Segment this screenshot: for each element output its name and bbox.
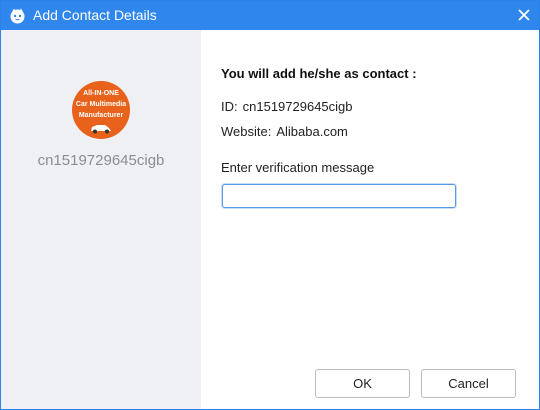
- avatar-text-line: Manufacturer: [78, 112, 124, 119]
- close-icon: [518, 9, 530, 21]
- app-logo-icon: [9, 7, 26, 24]
- website-row: Website: Alibaba.com: [221, 124, 348, 140]
- contact-details-panel: You will add he/she as contact : ID: cn15…: [201, 30, 539, 409]
- avatar-text-line: All-IN-ONE: [83, 90, 119, 97]
- id-label: ID:: [221, 99, 238, 114]
- close-button[interactable]: [509, 1, 539, 30]
- contact-summary-panel: All-IN-ONE Car Multimedia Manufacturer c…: [1, 30, 201, 409]
- id-row: ID: cn1519729645cigb: [221, 99, 353, 115]
- website-value: Alibaba.com: [276, 124, 348, 139]
- ok-button[interactable]: OK: [315, 369, 410, 398]
- website-label: Website:: [221, 124, 272, 139]
- verification-message-input[interactable]: [222, 184, 456, 208]
- window-title: Add Contact Details: [33, 7, 157, 23]
- add-contact-dialog: Add Contact Details All-IN-ONE Car Multi…: [0, 0, 540, 410]
- id-value: cn1519729645cigb: [242, 99, 353, 114]
- verification-label: Enter verification message: [221, 160, 375, 175]
- car-icon: [91, 125, 111, 134]
- avatar-text-line: Car Multimedia: [75, 101, 127, 108]
- cancel-button[interactable]: Cancel: [421, 369, 516, 398]
- avatar: All-IN-ONE Car Multimedia Manufacturer: [72, 81, 130, 139]
- title-bar[interactable]: Add Contact Details: [1, 1, 539, 30]
- contact-username: cn1519729645cigb: [37, 152, 165, 169]
- confirm-heading: You will add he/she as contact :: [221, 66, 417, 81]
